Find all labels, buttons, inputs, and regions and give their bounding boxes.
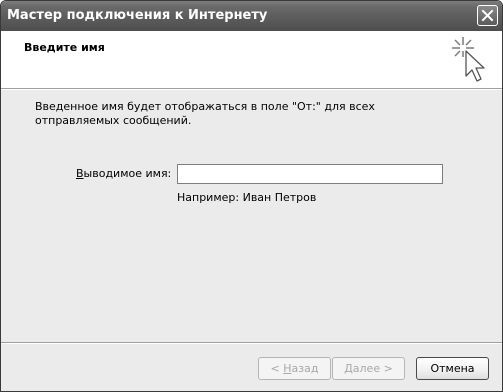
cancel-button[interactable]: Отмена (416, 357, 489, 380)
description-text: Введенное имя будет отображаться в поле … (35, 100, 375, 127)
display-name-label: Выводимое имя: (76, 167, 171, 180)
next-button-accel: Д (344, 362, 353, 375)
display-name-label-accel: В (76, 167, 84, 180)
back-button[interactable]: < Назад (258, 357, 331, 380)
sparkle-cursor-icon (452, 37, 485, 82)
header-separator (1, 88, 502, 90)
back-button-accel: Н (283, 362, 292, 375)
dialog-window: Мастер подключения к Интернету Введите и… (0, 0, 503, 392)
display-name-label-rest: ыводимое имя: (83, 167, 172, 180)
footer-separator (1, 342, 502, 344)
display-name-input[interactable] (177, 164, 443, 184)
title-bar[interactable]: Мастер подключения к Интернету (1, 1, 502, 31)
back-button-rest: азад (291, 362, 319, 375)
next-button-rest: алее > (352, 362, 393, 375)
next-button[interactable]: Далее > (332, 357, 405, 380)
example-hint: Например: Иван Петров (177, 191, 317, 204)
page-title: Введите имя (24, 41, 105, 54)
back-button-prefix: < (270, 362, 284, 375)
window-title: Мастер подключения к Интернету (7, 8, 268, 23)
wizard-header: Введите имя (1, 31, 502, 88)
close-button[interactable] (477, 5, 498, 26)
close-icon (481, 9, 494, 22)
